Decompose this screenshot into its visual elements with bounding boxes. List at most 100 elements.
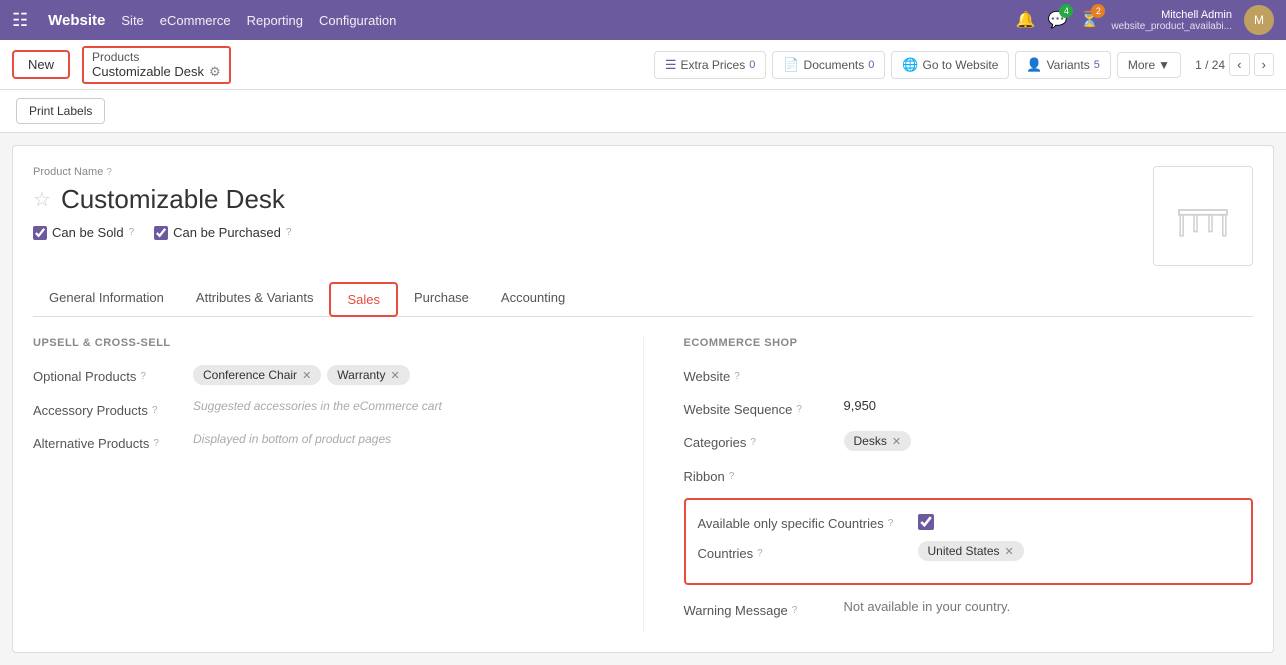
accessory-products-placeholder: Suggested accessories in the eCommerce c…	[193, 399, 442, 413]
toolbar-buttons: ☰ Extra Prices 0 📄 Documents 0 🌐 Go to W…	[654, 51, 1274, 79]
can-be-purchased-label: Can be Purchased	[173, 225, 281, 240]
nav-item-configuration[interactable]: Configuration	[319, 13, 396, 28]
product-name-help-icon[interactable]: ?	[106, 167, 112, 178]
tab-attributes[interactable]: Attributes & Variants	[180, 282, 330, 317]
website-help-icon[interactable]: ?	[734, 371, 740, 382]
warning-message-row: Warning Message ? Not available in your …	[684, 599, 1254, 618]
alternative-products-help-icon[interactable]: ?	[153, 438, 159, 449]
warning-message-label: Warning Message ?	[684, 599, 844, 618]
notifications-badge: 4	[1059, 4, 1073, 18]
accessory-products-row: Accessory Products ? Suggested accessori…	[33, 399, 603, 418]
available-specific-countries-help-icon[interactable]: ?	[888, 518, 894, 529]
can-be-purchased-field: Can be Purchased ?	[154, 225, 291, 240]
grid-icon[interactable]: ☷	[12, 10, 28, 31]
accessory-products-help-icon[interactable]: ?	[152, 405, 158, 416]
main-content: Product Name ? ☆ Customizable Desk Can b…	[12, 145, 1274, 653]
countries-help-icon[interactable]: ?	[757, 548, 763, 559]
tag-conference-chair[interactable]: Conference Chair ✕	[193, 365, 321, 385]
avatar[interactable]: M	[1244, 5, 1274, 35]
available-specific-countries-row: Available only specific Countries ?	[698, 512, 1240, 531]
tab-accounting[interactable]: Accounting	[485, 282, 581, 317]
upsell-section: UPSELL & CROSS-SELL Optional Products ? …	[33, 337, 644, 632]
warning-message-value[interactable]: Not available in your country.	[844, 599, 1254, 614]
upsell-section-title: UPSELL & CROSS-SELL	[33, 337, 603, 349]
nav-item-ecommerce[interactable]: eCommerce	[160, 13, 231, 28]
categories-value: Desks ✕	[844, 431, 1254, 451]
nav-items: Site eCommerce Reporting Configuration	[121, 13, 396, 28]
remove-desks[interactable]: ✕	[892, 435, 901, 448]
pagination: 1 / 24 ‹ ›	[1195, 53, 1274, 76]
sub-toolbar: Print Labels	[0, 90, 1286, 133]
user-name: Mitchell Admin	[1111, 9, 1232, 21]
website-sequence-help-icon[interactable]: ?	[796, 404, 802, 415]
accessory-products-value: Suggested accessories in the eCommerce c…	[193, 399, 603, 413]
optional-products-row: Optional Products ? Conference Chair ✕ W…	[33, 365, 603, 385]
remove-warranty[interactable]: ✕	[391, 369, 400, 382]
next-button[interactable]: ›	[1254, 53, 1274, 76]
tag-warranty[interactable]: Warranty ✕	[327, 365, 409, 385]
nav-brand[interactable]: Website	[48, 12, 105, 29]
prev-button[interactable]: ‹	[1229, 53, 1249, 76]
breadcrumb-parent[interactable]: Products	[92, 50, 221, 64]
clock-icon[interactable]: ⏳ 2	[1079, 10, 1099, 30]
chevron-down-icon: ▼	[1158, 58, 1170, 72]
countries-value: United States ✕	[918, 541, 1240, 561]
categories-help-icon[interactable]: ?	[750, 437, 756, 448]
tab-sales[interactable]: Sales	[329, 282, 398, 317]
remove-conference-chair[interactable]: ✕	[302, 369, 311, 382]
user-info[interactable]: Mitchell Admin website_product_availabi.…	[1111, 9, 1232, 32]
ecommerce-section-title: ECOMMERCE SHOP	[684, 337, 1254, 349]
website-sequence-row: Website Sequence ? 9,950	[684, 398, 1254, 417]
can-be-purchased-help-icon[interactable]: ?	[286, 227, 292, 238]
print-labels-button[interactable]: Print Labels	[16, 98, 105, 124]
more-button[interactable]: More ▼	[1117, 52, 1181, 78]
website-sequence-value[interactable]: 9,950	[844, 398, 1254, 413]
countries-highlight-box: Available only specific Countries ? Coun…	[684, 498, 1254, 585]
optional-products-help-icon[interactable]: ?	[140, 371, 146, 382]
available-specific-countries-value	[918, 514, 1240, 530]
countries-label: Countries ?	[698, 542, 918, 561]
tabs: General Information Attributes & Variant…	[33, 282, 1253, 317]
countries-row: Countries ? United States ✕	[698, 541, 1240, 561]
alternative-products-row: Alternative Products ? Displayed in bott…	[33, 432, 603, 451]
can-be-sold-help-icon[interactable]: ?	[129, 227, 135, 238]
website-row: Website ?	[684, 365, 1254, 384]
tab-general[interactable]: General Information	[33, 282, 180, 317]
warning-message-help-icon[interactable]: ?	[792, 605, 798, 616]
can-be-sold-label: Can be Sold	[52, 225, 124, 240]
can-be-purchased-checkbox[interactable]	[154, 226, 168, 240]
nav-item-reporting[interactable]: Reporting	[247, 13, 303, 28]
star-icon[interactable]: ☆	[33, 187, 51, 212]
documents-button[interactable]: 📄 Documents 0	[772, 51, 885, 79]
ribbon-help-icon[interactable]: ?	[729, 471, 735, 482]
globe-icon: 🌐	[902, 57, 918, 73]
tab-purchase[interactable]: Purchase	[398, 282, 485, 317]
breadcrumb-bar: New Products Customizable Desk ⚙ ☰ Extra…	[0, 40, 1286, 90]
product-name-label: Product Name ?	[33, 166, 1153, 178]
product-image	[1153, 166, 1253, 266]
go-to-website-button[interactable]: 🌐 Go to Website	[891, 51, 1009, 79]
alternative-products-placeholder: Displayed in bottom of product pages	[193, 432, 391, 446]
can-be-sold-checkbox[interactable]	[33, 226, 47, 240]
product-name-row: ☆ Customizable Desk	[33, 184, 1153, 215]
new-button[interactable]: New	[12, 50, 70, 79]
tag-united-states[interactable]: United States ✕	[918, 541, 1024, 561]
chat-icon[interactable]: 💬 4	[1048, 10, 1068, 30]
tag-desks[interactable]: Desks ✕	[844, 431, 912, 451]
available-specific-countries-label: Available only specific Countries ?	[698, 512, 918, 531]
variants-icon: 👤	[1026, 57, 1042, 73]
categories-label: Categories ?	[684, 431, 844, 450]
alternative-products-label: Alternative Products ?	[33, 432, 193, 451]
product-header-left: Product Name ? ☆ Customizable Desk Can b…	[33, 166, 1153, 248]
variants-button[interactable]: 👤 Variants 5	[1015, 51, 1110, 79]
nav-item-site[interactable]: Site	[121, 13, 143, 28]
available-specific-countries-checkbox[interactable]	[918, 514, 934, 530]
alternative-products-value: Displayed in bottom of product pages	[193, 432, 603, 446]
optional-products-label: Optional Products ?	[33, 365, 193, 384]
remove-united-states[interactable]: ✕	[1005, 545, 1014, 558]
extra-prices-button[interactable]: ☰ Extra Prices 0	[654, 51, 766, 79]
optional-products-value: Conference Chair ✕ Warranty ✕	[193, 365, 603, 385]
desk-svg-icon	[1173, 186, 1233, 246]
settings-icon[interactable]: ⚙	[209, 64, 221, 80]
bell-icon[interactable]: 🔔	[1016, 10, 1036, 30]
